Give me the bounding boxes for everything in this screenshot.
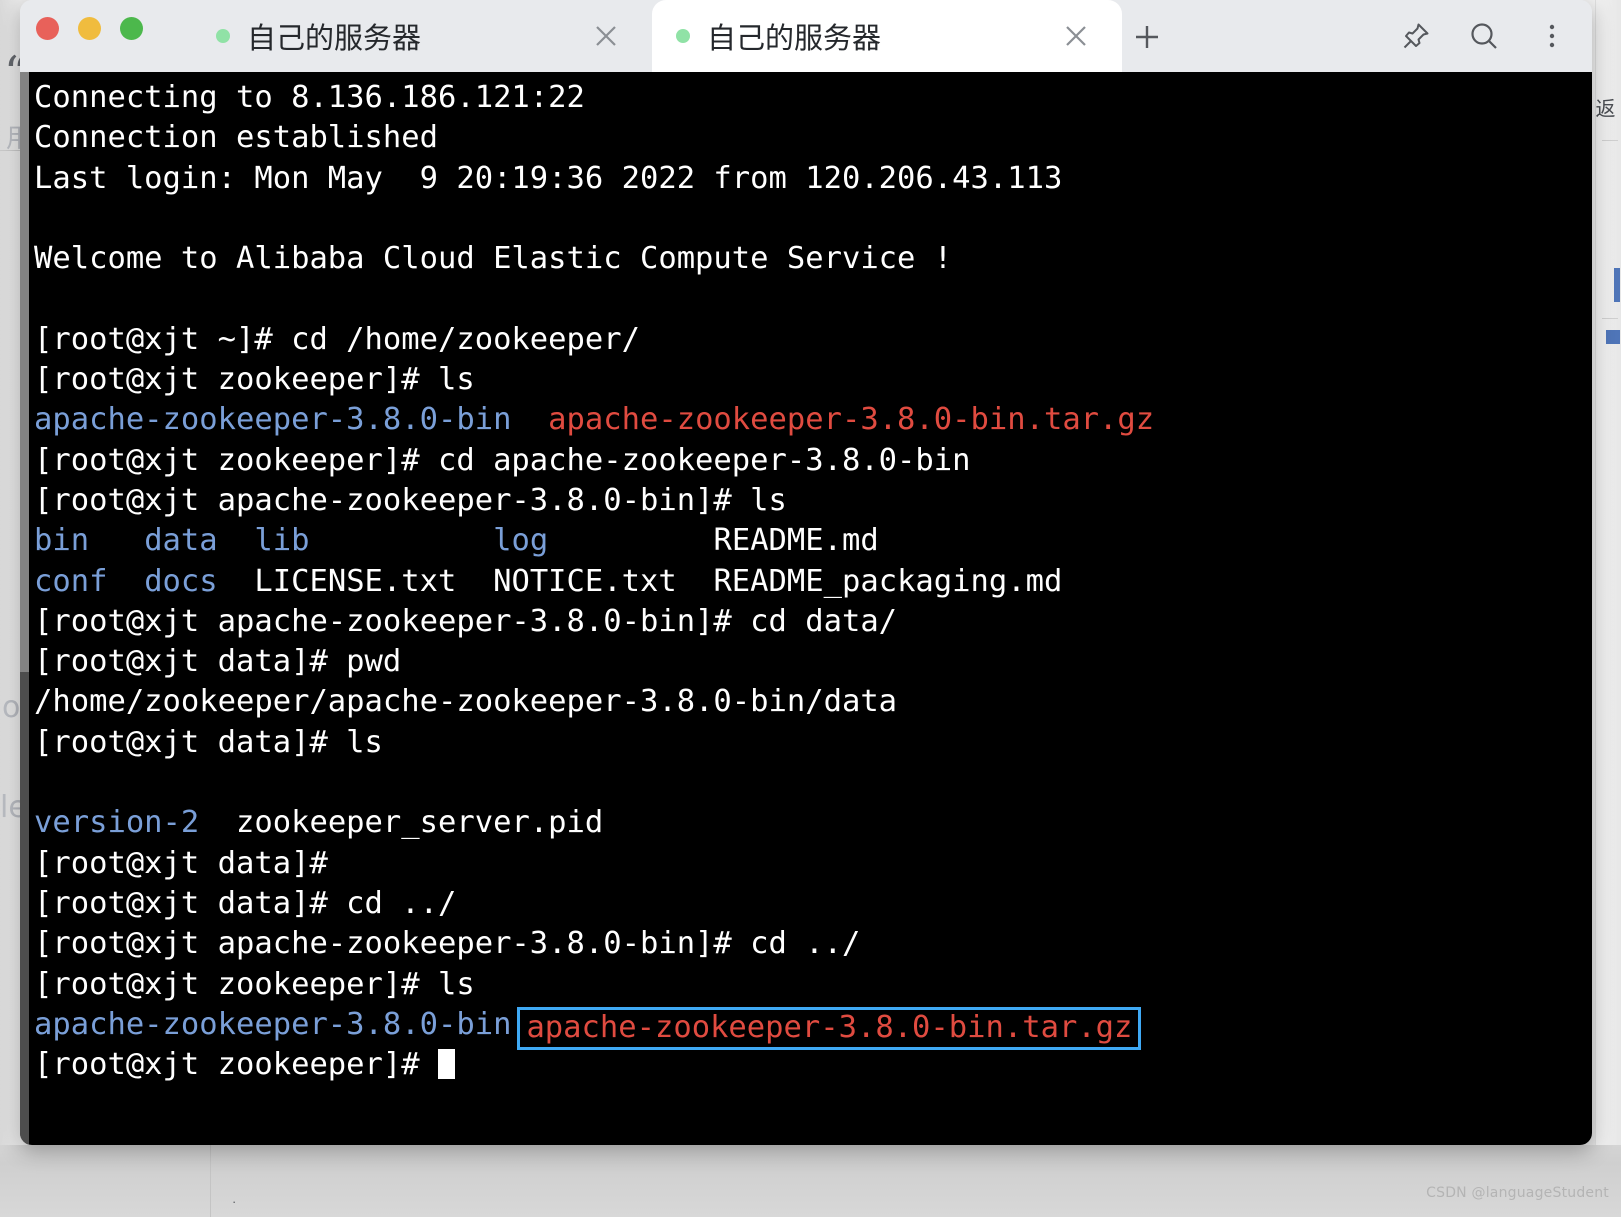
terminal-text: [root@xjt zookeeper]# ls <box>34 966 475 1002</box>
terminal-text: LICENSE.txt NOTICE.txt README_packaging.… <box>254 563 1063 599</box>
window-close-button[interactable] <box>36 17 59 40</box>
terminal-text: /home/zookeeper/apache-zookeeper-3.8.0-b… <box>34 684 898 720</box>
background-right-tick-2 <box>1602 318 1618 319</box>
pin-icon[interactable] <box>1400 20 1432 52</box>
terminal-line: [root@xjt apache-zookeeper-3.8.0-bin]# c… <box>20 602 1592 642</box>
terminal-text: log <box>493 523 549 559</box>
terminal-text: data <box>144 523 218 559</box>
tab-status-dot-icon <box>676 29 690 43</box>
terminal-line: bin data lib log README.md <box>20 521 1592 561</box>
terminal-line: apache-zookeeper-3.8.0-bin apache-zookee… <box>20 400 1592 440</box>
terminal-lines: Connecting to 8.136.186.121:22 Connection… <box>20 78 1592 1085</box>
terminal-text: [root@xjt data]# cd ../ <box>34 885 457 921</box>
terminal-line: [root@xjt zookeeper]# ls <box>20 360 1592 400</box>
terminal-line: Connecting to 8.136.186.121:22 <box>20 78 1592 118</box>
terminal-text: [root@xjt ~]# cd /home/zookeeper/ <box>34 321 640 357</box>
terminal-text: [root@xjt zookeeper]# cd apache-zookeepe… <box>34 442 971 478</box>
terminal-text: [root@xjt apache-zookeeper-3.8.0-bin]# l… <box>34 482 787 518</box>
terminal-line: [root@xjt apache-zookeeper-3.8.0-bin]# l… <box>20 481 1592 521</box>
more-options-icon[interactable] <box>1536 20 1568 52</box>
terminal-line: [root@xjt data]# ls <box>20 723 1592 763</box>
background-right-mark-2 <box>1606 330 1620 344</box>
terminal-text: Welcome to Alibaba Cloud Elastic Compute… <box>34 241 953 277</box>
background-bottom-dot: · <box>232 1194 237 1209</box>
background-right-sidebar: 返 <box>1592 0 1621 1217</box>
terminal-line: apache-zookeeper-3.8.0-bin apache-zookeep… <box>20 1005 1592 1050</box>
background-bottom-panel: · <box>0 1145 1621 1217</box>
titlebar: 自己的服务器 自己的服务器 <box>20 0 1592 72</box>
terminal-text: [root@xjt data]# ls <box>34 724 383 760</box>
terminal-window: 自己的服务器 自己的服务器 Connecting to 8.136.186.12… <box>20 0 1592 1145</box>
terminal-text: Connecting to 8.136.186.121:22 <box>34 80 585 115</box>
background-right-mark-1 <box>1614 268 1620 302</box>
tab-session-2[interactable]: 自己的服务器 <box>652 0 1122 72</box>
terminal-text: bin <box>34 523 90 559</box>
terminal-line: [root@xjt zookeeper]# <box>20 1045 1592 1085</box>
terminal-text: Connection established <box>34 120 438 156</box>
terminal-text: lib <box>254 523 310 559</box>
terminal-text: zookeeper_server.pid <box>236 805 604 841</box>
terminal-text: [root@xjt data]# pwd <box>34 644 402 680</box>
terminal-line: Connection established <box>20 118 1592 158</box>
terminal-text: Last login: Mon May 9 20:19:36 2022 from… <box>34 160 1063 196</box>
terminal-line: Welcome to Alibaba Cloud Elastic Compute… <box>20 239 1592 279</box>
background-glyph-2: o <box>2 690 21 725</box>
tab-label: 自己的服务器 <box>707 21 882 55</box>
tab-label: 自己的服务器 <box>247 21 422 55</box>
terminal-text: [root@xjt apache-zookeeper-3.8.0-bin]# c… <box>34 603 898 639</box>
terminal-line: [root@xjt data]# <box>20 844 1592 884</box>
titlebar-actions <box>1400 20 1568 52</box>
terminal-line: /home/zookeeper/apache-zookeeper-3.8.0-b… <box>20 682 1592 722</box>
highlighted-filename: apache-zookeeper-3.8.0-bin.tar.gz <box>526 1009 1133 1045</box>
window-controls <box>36 17 143 40</box>
terminal-line: [root@xjt ~]# cd /home/zookeeper/ <box>20 320 1592 360</box>
terminal-text: conf <box>34 563 108 599</box>
background-right-glyph: 返 <box>1592 98 1616 118</box>
terminal-output-area[interactable]: Connecting to 8.136.186.121:22 Connection… <box>20 72 1592 1145</box>
watermark: CSDN @languageStudent <box>1426 1185 1609 1201</box>
new-tab-button[interactable] <box>1132 22 1162 52</box>
terminal-line: [root@xjt zookeeper]# cd apache-zookeepe… <box>20 441 1592 481</box>
terminal-line: version-2 zookeeper_server.pid <box>20 803 1592 843</box>
window-minimize-button[interactable] <box>78 17 101 40</box>
terminal-text: [root@xjt zookeeper]# <box>34 1047 438 1083</box>
tab-close-icon[interactable] <box>592 22 620 50</box>
terminal-line: conf docs LICENSE.txt NOTICE.txt README_… <box>20 562 1592 602</box>
terminal-text: [root@xjt apache-zookeeper-3.8.0-bin]# c… <box>34 926 861 962</box>
terminal-line: [root@xjt zookeeper]# ls <box>20 965 1592 1005</box>
background-bottom-divider <box>210 1145 211 1217</box>
terminal-line: [root@xjt data]# cd ../ <box>20 884 1592 924</box>
tab-status-dot-icon <box>216 29 230 43</box>
terminal-line: Last login: Mon May 9 20:19:36 2022 from… <box>20 159 1592 199</box>
terminal-cursor <box>437 1049 455 1080</box>
terminal-text: README.md <box>713 523 879 559</box>
tab-close-icon[interactable] <box>1062 22 1090 50</box>
terminal-text: [root@xjt data]# <box>34 845 328 881</box>
terminal-text: version-2 <box>34 805 200 841</box>
terminal-line: [root@xjt data]# pwd <box>20 642 1592 682</box>
search-icon[interactable] <box>1468 20 1500 52</box>
terminal-line: [root@xjt apache-zookeeper-3.8.0-bin]# c… <box>20 924 1592 964</box>
terminal-text: apache-zookeeper-3.8.0-bin <box>34 402 512 438</box>
terminal-text: apache-zookeeper-3.8.0-bin.tar.gz <box>548 402 1155 438</box>
terminal-text: apache-zookeeper-3.8.0-bin <box>34 1006 512 1042</box>
tab-session-1[interactable]: 自己的服务器 <box>192 0 652 72</box>
highlight-box: apache-zookeeper-3.8.0-bin.tar.gz <box>517 1006 1142 1050</box>
terminal-text: docs <box>144 563 218 599</box>
window-maximize-button[interactable] <box>120 17 143 40</box>
background-right-tick-1 <box>1602 140 1618 141</box>
terminal-text: [root@xjt zookeeper]# ls <box>34 362 475 398</box>
